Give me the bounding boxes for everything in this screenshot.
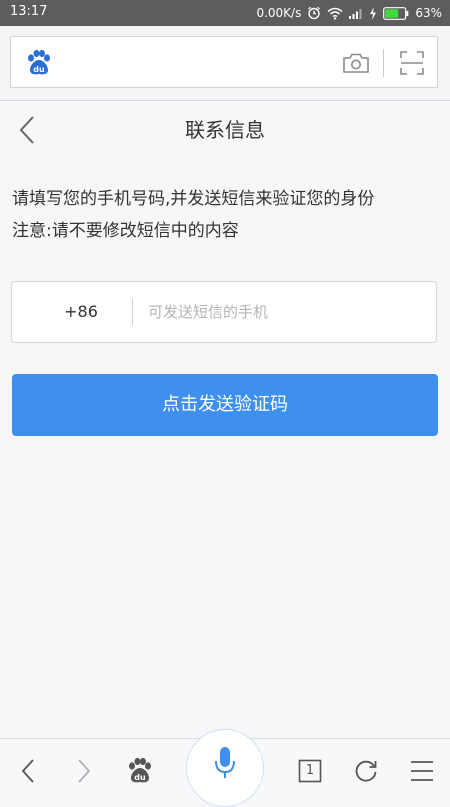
battery-percentage: 63% bbox=[415, 6, 442, 20]
browser-toolbar: du bbox=[0, 26, 450, 101]
phone-input-group: +86 bbox=[11, 281, 437, 343]
microphone-icon bbox=[215, 747, 235, 778]
refresh-icon[interactable] bbox=[346, 751, 386, 791]
instruction-line-2: 注意:请不要修改短信中的内容 bbox=[12, 221, 239, 241]
network-speed: 0.00K/s bbox=[256, 6, 302, 20]
alarm-icon bbox=[307, 6, 321, 20]
instruction-line-1: 请填写您的手机号码,并发送短信来验证您的身份 bbox=[12, 189, 375, 209]
phone-divider bbox=[132, 299, 133, 325]
wifi-icon bbox=[327, 7, 343, 20]
baidu-home-logo-text: du bbox=[134, 773, 146, 782]
send-code-button[interactable]: 点击发送验证码 bbox=[12, 374, 438, 436]
page-title: 联系信息 bbox=[185, 118, 265, 142]
menu-icon[interactable] bbox=[402, 751, 442, 791]
baidu-logo-icon[interactable]: du bbox=[25, 49, 53, 77]
phone-input[interactable] bbox=[148, 292, 418, 332]
back-icon[interactable] bbox=[8, 751, 48, 791]
scan-icon[interactable] bbox=[397, 48, 427, 78]
country-code[interactable]: +86 bbox=[12, 282, 150, 342]
tabs-button[interactable]: 1 bbox=[290, 751, 330, 791]
baidu-logo-text: du bbox=[33, 65, 45, 74]
address-bar[interactable]: du bbox=[10, 36, 438, 88]
instructions: 请填写您的手机号码,并发送短信来验证您的身份 注意:请不要修改短信中的内容 bbox=[12, 183, 442, 247]
voice-search-button[interactable] bbox=[186, 729, 264, 807]
baidu-home-icon[interactable]: du bbox=[120, 751, 160, 791]
status-icons: 0.00K/s 63% bbox=[256, 3, 442, 23]
signal-icon bbox=[349, 7, 363, 19]
page-header: 联系信息 bbox=[0, 101, 450, 159]
status-bar: 13:17 0.00K/s 63% bbox=[0, 0, 450, 26]
charging-icon bbox=[369, 6, 377, 20]
battery-icon bbox=[383, 6, 409, 20]
status-time: 13:17 bbox=[10, 4, 48, 19]
address-divider bbox=[383, 49, 384, 77]
camera-icon[interactable] bbox=[341, 48, 371, 78]
forward-icon[interactable] bbox=[64, 751, 104, 791]
bottom-toolbar: du 1 bbox=[0, 729, 450, 807]
tab-count: 1 bbox=[305, 763, 315, 778]
